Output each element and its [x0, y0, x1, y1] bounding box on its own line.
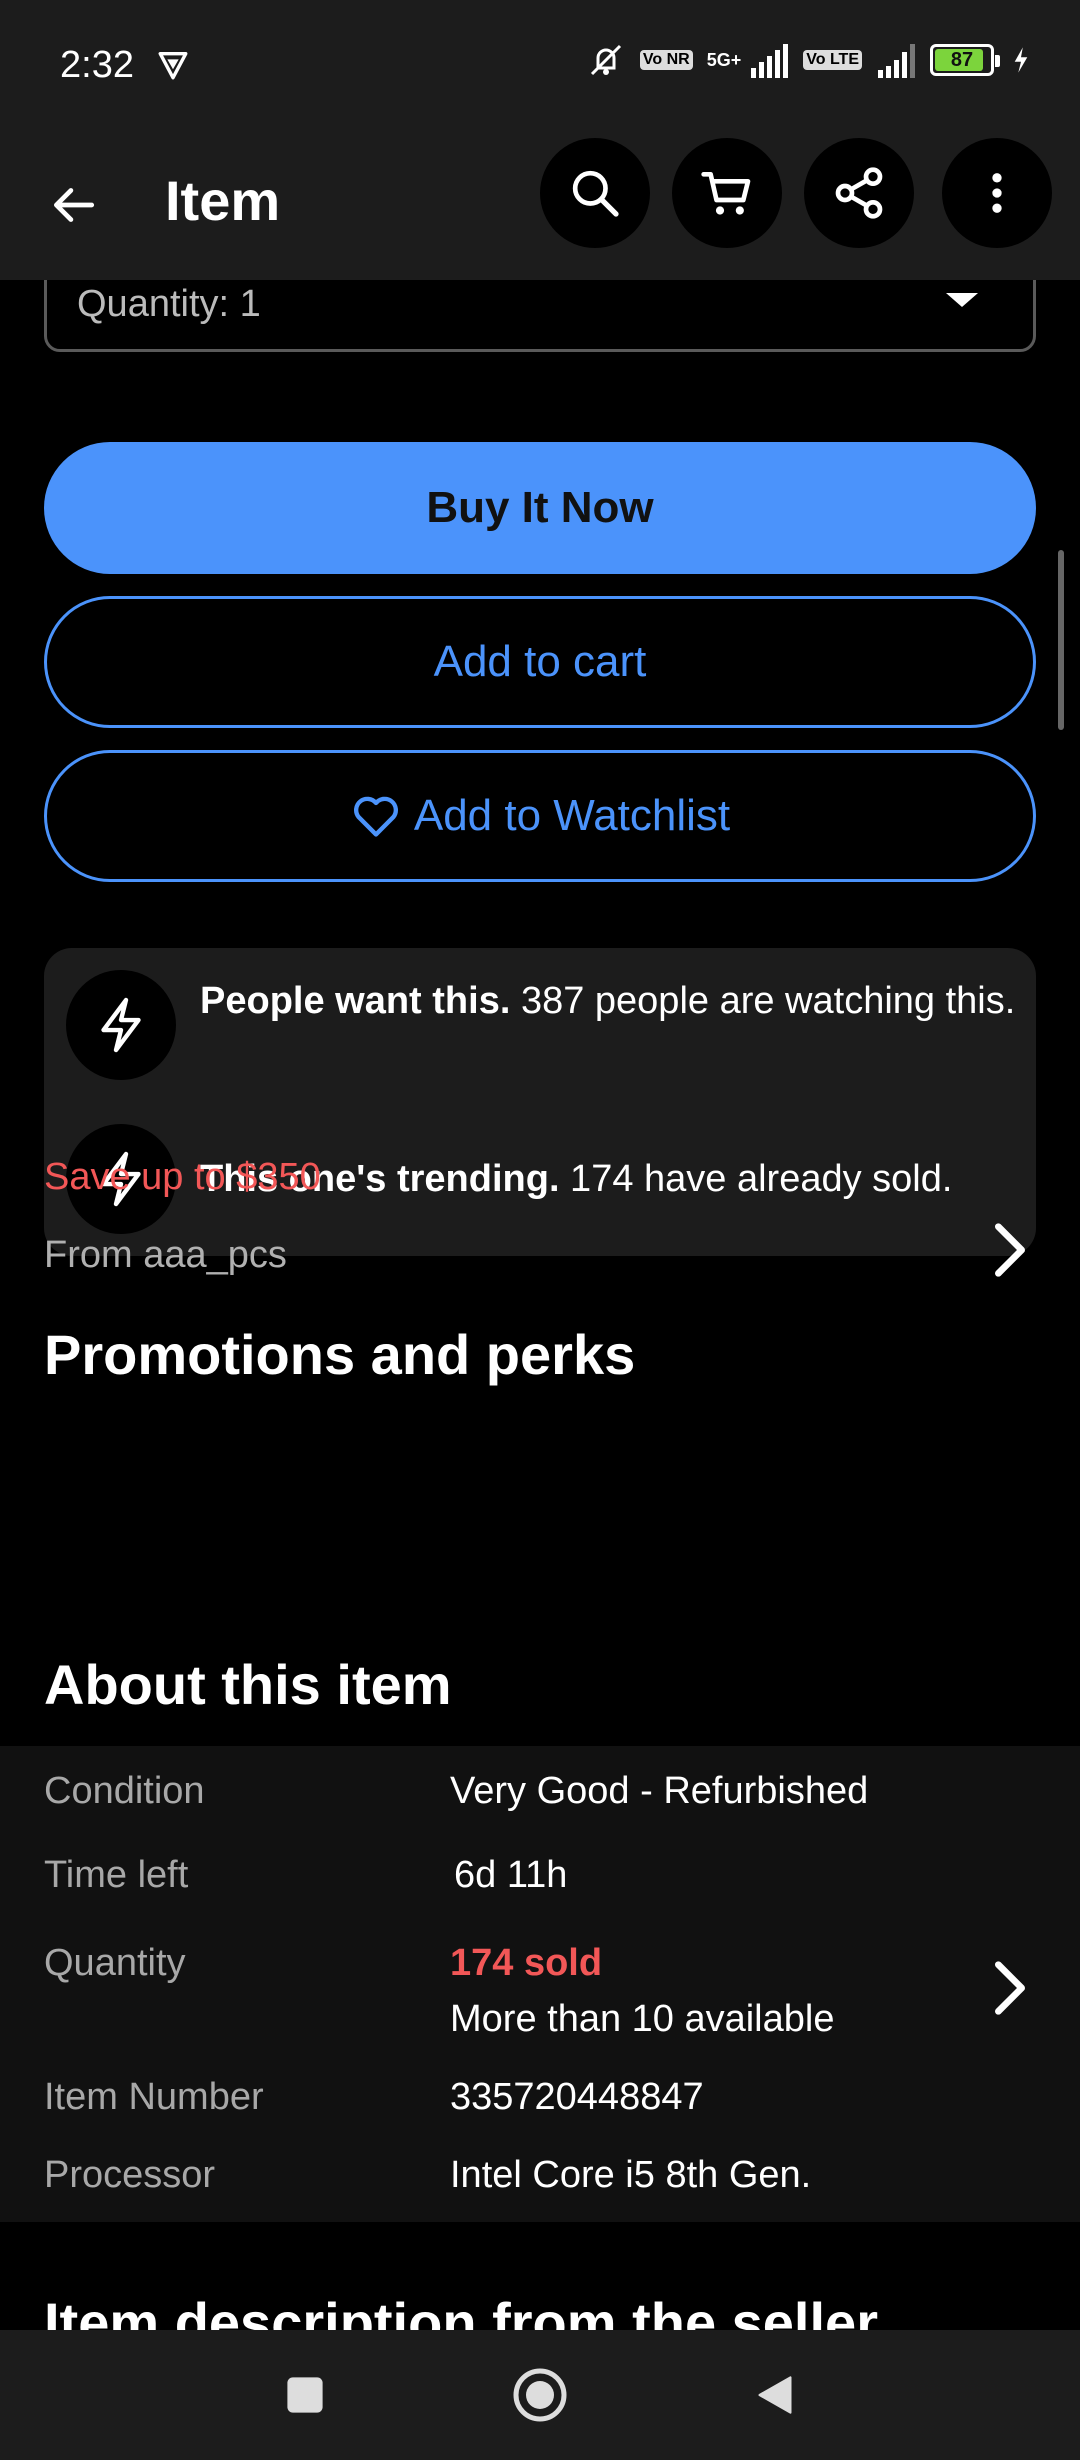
processor-value: Intel Core i5 8th Gen. [450, 2154, 812, 2196]
signal-watching-detail: 387 people are watching this. [510, 980, 1016, 1022]
charging-icon [1014, 47, 1028, 73]
signal-trending-detail: 174 have already sold. [559, 1158, 953, 1200]
share-button[interactable] [804, 138, 914, 248]
buy-it-now-label: Buy It Now [426, 483, 654, 532]
demand-signals: People want this. 387 people are watchin… [44, 948, 1036, 1256]
quantity-sold-value: 174 sold [450, 1942, 603, 1984]
home-button[interactable] [505, 2360, 575, 2430]
battery-level: 87 [950, 48, 974, 71]
item-page: 2:32 Vo NR 5G+ Vo LTE 87 Item Quantity: … [0, 0, 1080, 2460]
cart-button[interactable] [672, 138, 782, 248]
time-left-value: 6d 11h [454, 1854, 568, 1896]
status-time: 2:32 [60, 43, 134, 86]
mute-vibrate-icon [590, 44, 621, 76]
circle-home-icon [513, 2368, 567, 2422]
item-number-value: 335720448847 [450, 2076, 704, 2118]
condition-label: Condition [44, 1770, 205, 1812]
square-icon [287, 2377, 323, 2413]
about-title: About this item [44, 1653, 452, 1716]
heart-icon [353, 796, 398, 837]
arrow-left-icon [53, 188, 95, 222]
triangle-back-icon [758, 2376, 792, 2414]
condition-value: Very Good - Refurbished [450, 1770, 869, 1812]
search-button[interactable] [540, 138, 650, 248]
system-nav-bar [0, 2330, 1080, 2460]
promotion-save-text: Save up to $350 [44, 1156, 321, 1198]
more-options-button[interactable] [942, 138, 1052, 248]
caret-down-icon [946, 293, 978, 307]
signal-strength-2-icon [878, 44, 915, 78]
chevron-right-icon [995, 1961, 1025, 2015]
status-icons: Vo NR 5G+ Vo LTE 87 [586, 40, 1030, 80]
chevron-right-icon [995, 1223, 1025, 1277]
processor-label: Processor [44, 2154, 216, 2196]
share-icon [835, 167, 883, 219]
lightning-icon [66, 970, 176, 1080]
back-nav-button[interactable] [740, 2360, 810, 2430]
scrollbar[interactable] [1058, 550, 1064, 730]
volte-nr-badge: Vo NR [639, 50, 693, 70]
status-bar: 2:32 Vo NR 5G+ Vo LTE 87 [0, 0, 1080, 130]
battery-icon: 87 [930, 44, 1000, 76]
quantity-select-value: Quantity: 1 [77, 283, 261, 325]
signal-watching-strong: People want this. [200, 980, 511, 1022]
promotions-title: Promotions and perks [44, 1323, 636, 1386]
vpn-icon [158, 51, 188, 80]
signal-trending-text: This one's trending. 174 have already so… [200, 1124, 1020, 1234]
add-to-watchlist-label: Add to Watchlist [413, 791, 731, 840]
recent-apps-button[interactable] [270, 2360, 340, 2430]
time-left-label: Time left [44, 1854, 189, 1896]
more-vertical-icon [992, 173, 1002, 213]
promotion-seller-text: From aaa_pcs [44, 1234, 287, 1276]
add-to-watchlist-button[interactable]: Add to Watchlist [44, 750, 1036, 882]
signal-watching: People want this. 387 people are watchin… [66, 970, 1020, 1080]
add-to-cart-button[interactable]: Add to cart [44, 596, 1036, 728]
item-content: Quantity: 1 Buy It Now Add to cart Add t… [0, 280, 1080, 2330]
item-specifics: Condition Very Good - Refurbished Time l… [0, 1746, 1080, 2222]
back-button[interactable] [40, 172, 106, 238]
page-title: Item [165, 169, 281, 232]
signal-strength-icon [751, 44, 789, 78]
add-to-cart-label: Add to cart [433, 637, 647, 686]
search-icon [572, 170, 619, 217]
network-type: 5G+ [706, 49, 742, 70]
signal-watching-text: People want this. 387 people are watchin… [200, 970, 1020, 1080]
description-title: Item description from the seller [44, 2291, 878, 2330]
cart-icon [701, 172, 751, 215]
app-bar: Item [0, 130, 1080, 280]
quantity-select[interactable]: Quantity: 1 [44, 280, 1036, 352]
buy-it-now-button[interactable]: Buy It Now [44, 442, 1036, 574]
quantity-available-value: More than 10 available [450, 1998, 835, 2040]
quantity-label: Quantity [44, 1942, 186, 1984]
volte-lte-badge: Vo LTE [803, 50, 862, 70]
item-number-label: Item Number [44, 2076, 264, 2118]
